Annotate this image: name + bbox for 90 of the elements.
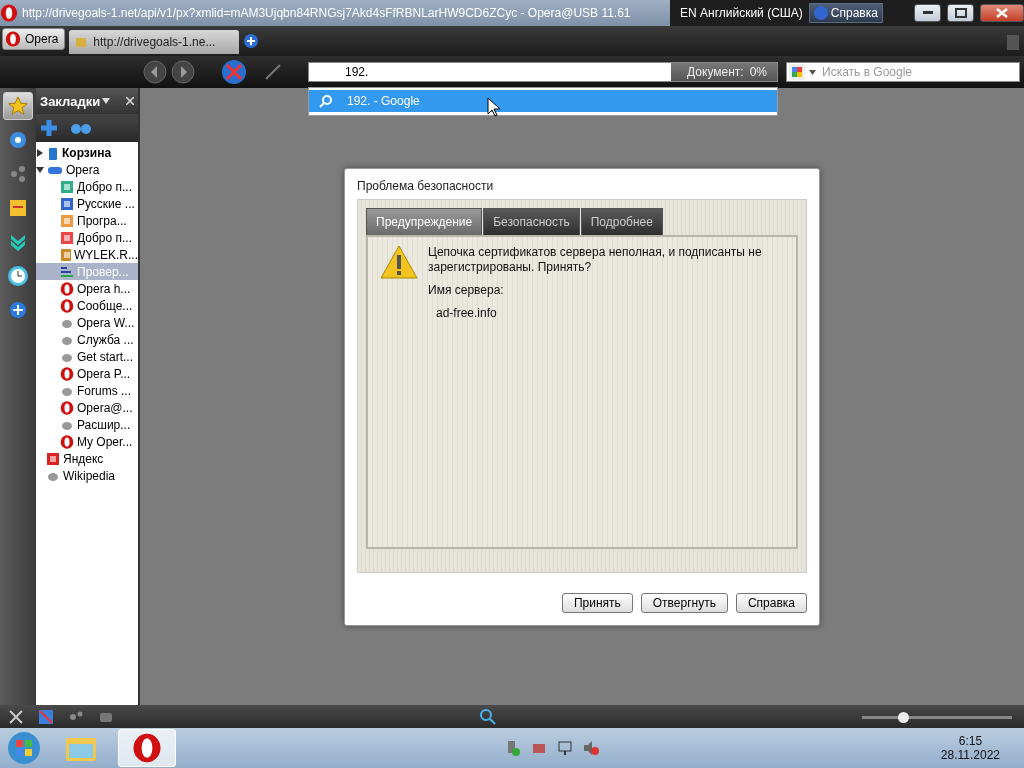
- zoom-slider-thumb[interactable]: [897, 711, 909, 723]
- page-icon: [60, 196, 74, 211]
- forward-button[interactable]: [171, 60, 195, 84]
- zoom-icon[interactable]: [480, 708, 496, 725]
- bookmark-item[interactable]: Opera@...: [36, 399, 138, 416]
- tools-icon[interactable]: [8, 708, 24, 725]
- opera-icon: [60, 366, 74, 381]
- bookmark-item[interactable]: My Oper...: [36, 433, 138, 450]
- back-button[interactable]: [143, 60, 167, 84]
- bookmark-item[interactable]: WYLEK.R...: [36, 246, 138, 263]
- page-icon: [60, 230, 74, 245]
- dialog-button[interactable]: Справка: [735, 593, 807, 613]
- dialog-tab[interactable]: Безопасность: [483, 208, 580, 235]
- bookmark-item[interactable]: Расшир...: [36, 416, 138, 433]
- dialog-tab[interactable]: Подробнее: [580, 208, 663, 235]
- progress-indicator: Документ: 0%: [671, 63, 777, 81]
- close-icon: [996, 8, 1008, 18]
- panel-title: Закладки: [40, 93, 101, 109]
- opera-menu-button[interactable]: Opera: [2, 28, 66, 50]
- bookmark-item[interactable]: Forums ...: [36, 382, 138, 399]
- dialog-tab[interactable]: Предупреждение: [366, 208, 483, 235]
- device-icon[interactable]: [505, 740, 522, 756]
- language-indicator[interactable]: EN Английский (США): [680, 6, 803, 20]
- page-icon: [60, 247, 71, 262]
- help-icon: [813, 6, 828, 20]
- page-icon: [60, 179, 74, 194]
- page-icon: [46, 451, 60, 466]
- browser-tab[interactable]: http://drivegoals-1.ne...: [69, 30, 240, 54]
- dialog-button[interactable]: Отвергнуть: [640, 593, 728, 613]
- bookmark-item[interactable]: Get start...: [36, 348, 138, 365]
- star-icon: [7, 95, 29, 117]
- maximize-button[interactable]: [947, 4, 974, 22]
- opera-icon: [60, 281, 74, 296]
- help-button[interactable]: Справка: [808, 3, 883, 23]
- bookmark-item[interactable]: Русские ...: [36, 195, 138, 212]
- server-name: ad-free.info: [436, 306, 498, 321]
- opera-icon: [60, 298, 74, 313]
- new-tab-icon[interactable]: [243, 33, 260, 49]
- download-icon: [8, 232, 28, 252]
- address-field[interactable]: 192. Документ: 0%: [308, 62, 778, 82]
- expand-arrow-icon[interactable]: [36, 148, 44, 157]
- dialog-button[interactable]: Принять: [561, 593, 633, 613]
- volume-muted-icon[interactable]: [583, 740, 600, 756]
- bookmark-item[interactable]: Opera P...: [36, 365, 138, 382]
- bookmark-item[interactable]: Добро п...: [36, 229, 138, 246]
- server-label: Имя сервера:: [428, 283, 505, 298]
- add-icon[interactable]: [40, 119, 58, 137]
- bookmark-item[interactable]: Wikipedia: [36, 467, 138, 484]
- list-icon: [60, 264, 74, 279]
- bookmark-item[interactable]: Сообще...: [36, 297, 138, 314]
- dialog-title: Проблема безопасности: [357, 179, 495, 193]
- minimize-icon: [922, 11, 933, 15]
- warning-message: Цепочка сертификатов сервера неполная, и подписанты не зарегистрированы. Принять?: [428, 245, 763, 275]
- lock-icon: [75, 36, 88, 48]
- opera-icon: [60, 434, 74, 449]
- search-icon: [319, 94, 333, 108]
- opera-logo-icon: [5, 31, 21, 47]
- share-icon: [9, 165, 27, 183]
- opera-logo-icon: [132, 733, 162, 763]
- search-field[interactable]: Искать в Google: [786, 62, 1020, 82]
- page-icon: [60, 213, 74, 228]
- minimize-button[interactable]: [914, 4, 941, 22]
- close-button[interactable]: [980, 4, 1024, 22]
- gear-icon: [8, 130, 28, 150]
- note-icon: [8, 198, 28, 218]
- warning-icon: [380, 245, 418, 279]
- dropdown-icon[interactable]: [102, 98, 111, 104]
- close-icon[interactable]: [126, 97, 134, 105]
- bookmark-item[interactable]: Програ...: [36, 212, 138, 229]
- google-icon[interactable]: [789, 64, 805, 80]
- bookmark-item[interactable]: Корзина: [36, 144, 138, 161]
- bookmark-item[interactable]: Служба ...: [36, 331, 138, 348]
- taskbar-app[interactable]: [118, 729, 176, 767]
- bookmark-item[interactable]: Opera W...: [36, 314, 138, 331]
- bookmark-item[interactable]: Яндекс: [36, 450, 138, 467]
- opera-icon: [60, 400, 74, 415]
- maximize-icon: [954, 8, 967, 18]
- collapse-arrow-icon[interactable]: [36, 165, 44, 174]
- network-icon[interactable]: [557, 740, 574, 756]
- plus-icon: [9, 301, 27, 319]
- bookmark-item[interactable]: Opera h...: [36, 280, 138, 297]
- reload-stop-icon[interactable]: [221, 59, 247, 85]
- clock[interactable]: 6:15 28.11.2022: [928, 734, 1020, 762]
- dropdown-icon[interactable]: [809, 69, 816, 75]
- bookmark-item[interactable]: Добро п...: [36, 178, 138, 195]
- opera-logo-icon: [0, 4, 18, 22]
- window-title: http://drivegoals-1.net/api/v1/px?xmlid=mAM3Ujqbn84RNGsj7Akd4sFfRBNLarHW9CD6ZCyc - Opera@USB 11.61: [22, 6, 631, 20]
- bookmark-item[interactable]: Opera: [36, 161, 138, 178]
- trash-icon: [47, 145, 59, 160]
- clock-icon: [7, 265, 29, 287]
